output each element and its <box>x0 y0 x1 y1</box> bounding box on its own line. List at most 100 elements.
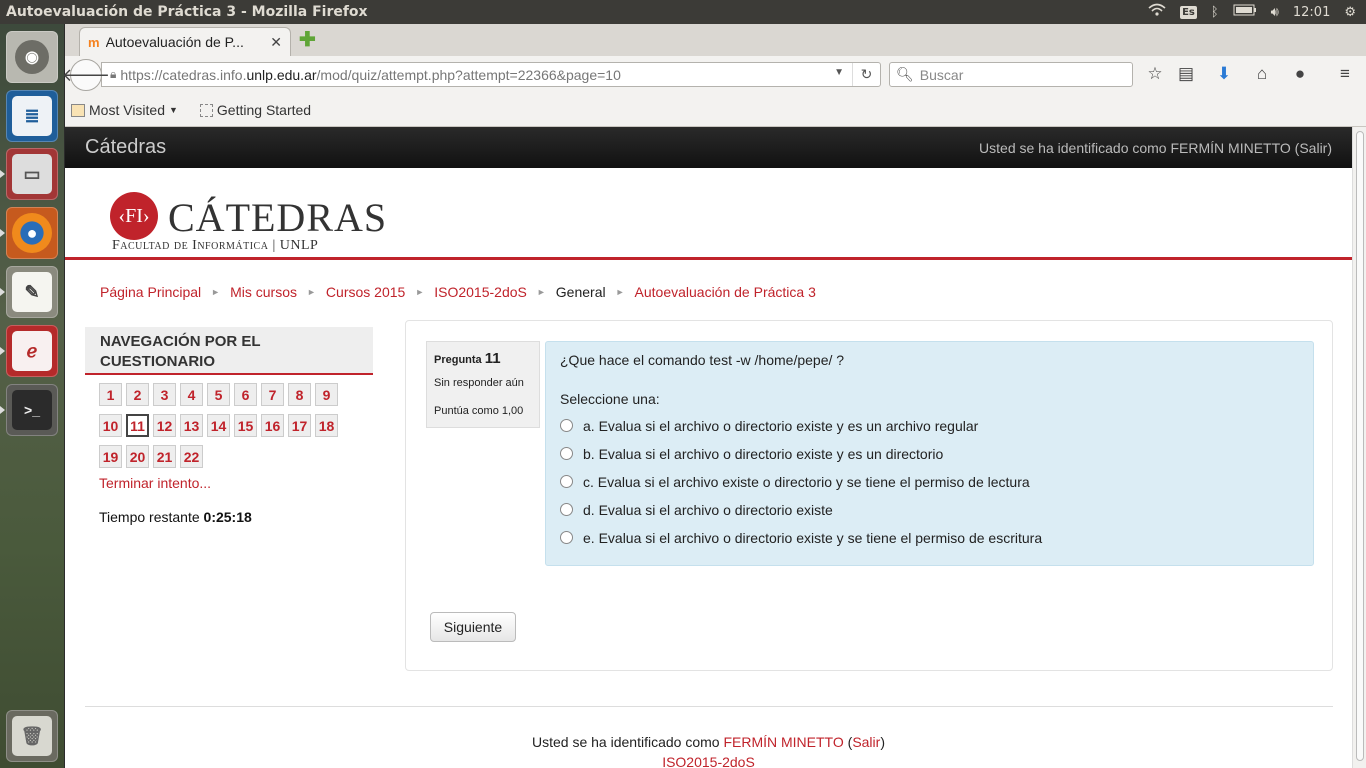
hamburger-menu-icon[interactable]: ≡ <box>1334 64 1356 84</box>
firefox-icon[interactable]: ● <box>6 207 58 259</box>
breadcrumb-separator-icon: ► <box>615 287 625 297</box>
question-button-21[interactable]: 21 <box>153 445 176 468</box>
question-button-20[interactable]: 20 <box>126 445 149 468</box>
question-button-7[interactable]: 7 <box>261 383 284 406</box>
question-button-22[interactable]: 22 <box>180 445 203 468</box>
wifi-icon[interactable] <box>1148 3 1166 21</box>
footer-login-prefix: Usted se ha identificado como <box>532 734 720 750</box>
question-button-3[interactable]: 3 <box>153 383 176 406</box>
question-button-1[interactable]: 1 <box>99 383 122 406</box>
answer-option-b[interactable]: b. Evalua si el archivo o directorio exi… <box>560 444 1299 463</box>
site-header: Cátedras Usted se ha identificado como F… <box>65 127 1352 168</box>
question-button-15[interactable]: 15 <box>234 414 257 437</box>
finish-attempt-link[interactable]: Terminar intento... <box>99 475 211 491</box>
question-button-4[interactable]: 4 <box>180 383 203 406</box>
getting-started-bookmark[interactable]: Getting Started <box>199 102 312 118</box>
tab-title: Autoevaluación de P... <box>105 34 244 50</box>
search-input[interactable]: 🔍︎ Buscar <box>889 62 1133 87</box>
terminal-icon[interactable]: >_ <box>6 384 58 436</box>
url-path: /mod/quiz/attempt.php?attempt=22366&page… <box>316 66 621 83</box>
breadcrumb-course[interactable]: ISO2015-2doS <box>434 284 527 300</box>
question-button-11-current[interactable]: 11 <box>126 414 149 437</box>
question-label: Pregunta <box>434 354 482 366</box>
battery-icon[interactable] <box>1233 4 1257 20</box>
question-button-14[interactable]: 14 <box>207 414 230 437</box>
most-visited-bookmark[interactable]: Most Visited ▼ <box>71 102 178 118</box>
breadcrumb-home[interactable]: Página Principal <box>100 284 201 300</box>
new-tab-plus-icon[interactable]: ✚ <box>299 30 316 50</box>
os-top-panel: Autoevaluación de Práctica 3 - Mozilla F… <box>0 0 1366 24</box>
question-button-10[interactable]: 10 <box>99 414 122 437</box>
next-button[interactable]: Siguiente <box>430 612 516 642</box>
file-manager-icon[interactable]: ▭ <box>6 148 58 200</box>
libreoffice-writer-icon[interactable]: ≣ <box>6 90 58 142</box>
time-remaining: Tiempo restante 0:25:18 <box>99 509 252 525</box>
question-button-12[interactable]: 12 <box>153 414 176 437</box>
breadcrumb-quiz[interactable]: Autoevaluación de Práctica 3 <box>635 284 816 300</box>
bookmarks-toolbar: Most Visited ▼ Getting Started <box>65 94 1366 127</box>
footer-logout-link[interactable]: Salir <box>852 734 880 750</box>
answer-option-c[interactable]: c. Evalua si el archivo existe o directo… <box>560 472 1299 491</box>
gear-icon[interactable]: ⚙ <box>1344 5 1356 20</box>
ubuntu-dash-icon[interactable]: ◉ <box>6 31 58 83</box>
reading-list-icon[interactable]: ▤ <box>1175 64 1197 84</box>
text-editor-icon[interactable]: ✎ <box>6 266 58 318</box>
question-button-2[interactable]: 2 <box>126 383 149 406</box>
bookmark-star-icon[interactable]: ☆ <box>1144 64 1166 84</box>
keyboard-icon[interactable]: Es <box>1180 5 1197 19</box>
lock-icon[interactable]: 🔒︎ <box>110 67 116 82</box>
folder-icon <box>71 103 85 117</box>
trash-icon[interactable]: 🗑︎ <box>6 710 58 762</box>
downloads-arrow-icon[interactable]: ⬇ <box>1213 64 1235 84</box>
url-history-dropdown-icon[interactable]: ▼ <box>834 67 844 78</box>
breadcrumb-separator-icon: ► <box>211 287 221 297</box>
back-arrow-icon[interactable]: 🡐 <box>62 59 110 91</box>
question-button-18[interactable]: 18 <box>315 414 338 437</box>
breadcrumb-courses-2015[interactable]: Cursos 2015 <box>326 284 405 300</box>
answer-option-d[interactable]: d. Evalua si el archivo o directorio exi… <box>560 500 1299 519</box>
browser-tab[interactable]: m Autoevaluación de P... ✕ <box>79 27 291 56</box>
page-scrollbar[interactable] <box>1352 127 1366 768</box>
search-icon: 🔍︎ <box>896 66 914 82</box>
header-login-info[interactable]: Usted se ha identificado como FERMÍN MIN… <box>979 140 1332 156</box>
radio-button[interactable] <box>560 503 573 516</box>
question-button-19[interactable]: 19 <box>99 445 122 468</box>
pdf-viewer-icon[interactable]: ℯ <box>6 325 58 377</box>
answer-option-label: e. Evalua si el archivo o directorio exi… <box>583 529 1043 546</box>
chat-icon[interactable]: ● <box>1289 64 1311 84</box>
question-button-5[interactable]: 5 <box>207 383 230 406</box>
footer-user-link[interactable]: FERMÍN MINETTO <box>723 734 843 750</box>
radio-button[interactable] <box>560 475 573 488</box>
footer-divider <box>85 706 1333 707</box>
question-button-8[interactable]: 8 <box>288 383 311 406</box>
question-button-6[interactable]: 6 <box>234 383 257 406</box>
scrollbar-thumb[interactable] <box>1356 131 1364 761</box>
volume-icon[interactable]: 🔊︎ <box>1271 5 1279 20</box>
answer-option-a[interactable]: a. Evalua si el archivo o directorio exi… <box>560 416 1299 435</box>
question-button-16[interactable]: 16 <box>261 414 284 437</box>
time-remaining-label: Tiempo restante <box>99 509 200 525</box>
answer-option-e[interactable]: e. Evalua si el archivo o directorio exi… <box>560 528 1299 547</box>
reload-icon[interactable]: ↻ <box>852 63 880 86</box>
footer-course-link[interactable]: ISO2015-2doS <box>662 754 755 768</box>
url-bar[interactable]: 🔒︎ https://catedras.info. unlp.edu.ar/mod… <box>101 62 881 87</box>
question-number: Pregunta 11 <box>434 350 532 367</box>
radio-button[interactable] <box>560 419 573 432</box>
clock[interactable]: 12:01 <box>1293 5 1330 20</box>
url-host: unlp.edu.ar <box>246 66 317 83</box>
answer-option-label: d. Evalua si el archivo o directorio exi… <box>583 501 833 518</box>
getting-started-label: Getting Started <box>216 102 312 118</box>
question-button-13[interactable]: 13 <box>180 414 203 437</box>
radio-button[interactable] <box>560 447 573 460</box>
question-button-17[interactable]: 17 <box>288 414 311 437</box>
home-icon[interactable]: ⌂ <box>1251 64 1273 84</box>
running-indicator <box>0 288 5 296</box>
moodle-favicon-icon: m <box>88 34 100 50</box>
radio-button[interactable] <box>560 531 573 544</box>
question-button-9[interactable]: 9 <box>315 383 338 406</box>
time-remaining-value: 0:25:18 <box>203 509 252 525</box>
tab-close-icon[interactable]: ✕ <box>270 34 282 51</box>
breadcrumb-my-courses[interactable]: Mis cursos <box>230 284 297 300</box>
site-brand-link[interactable]: Cátedras <box>85 136 166 159</box>
bluetooth-icon[interactable]: ᛒ <box>1211 5 1219 20</box>
